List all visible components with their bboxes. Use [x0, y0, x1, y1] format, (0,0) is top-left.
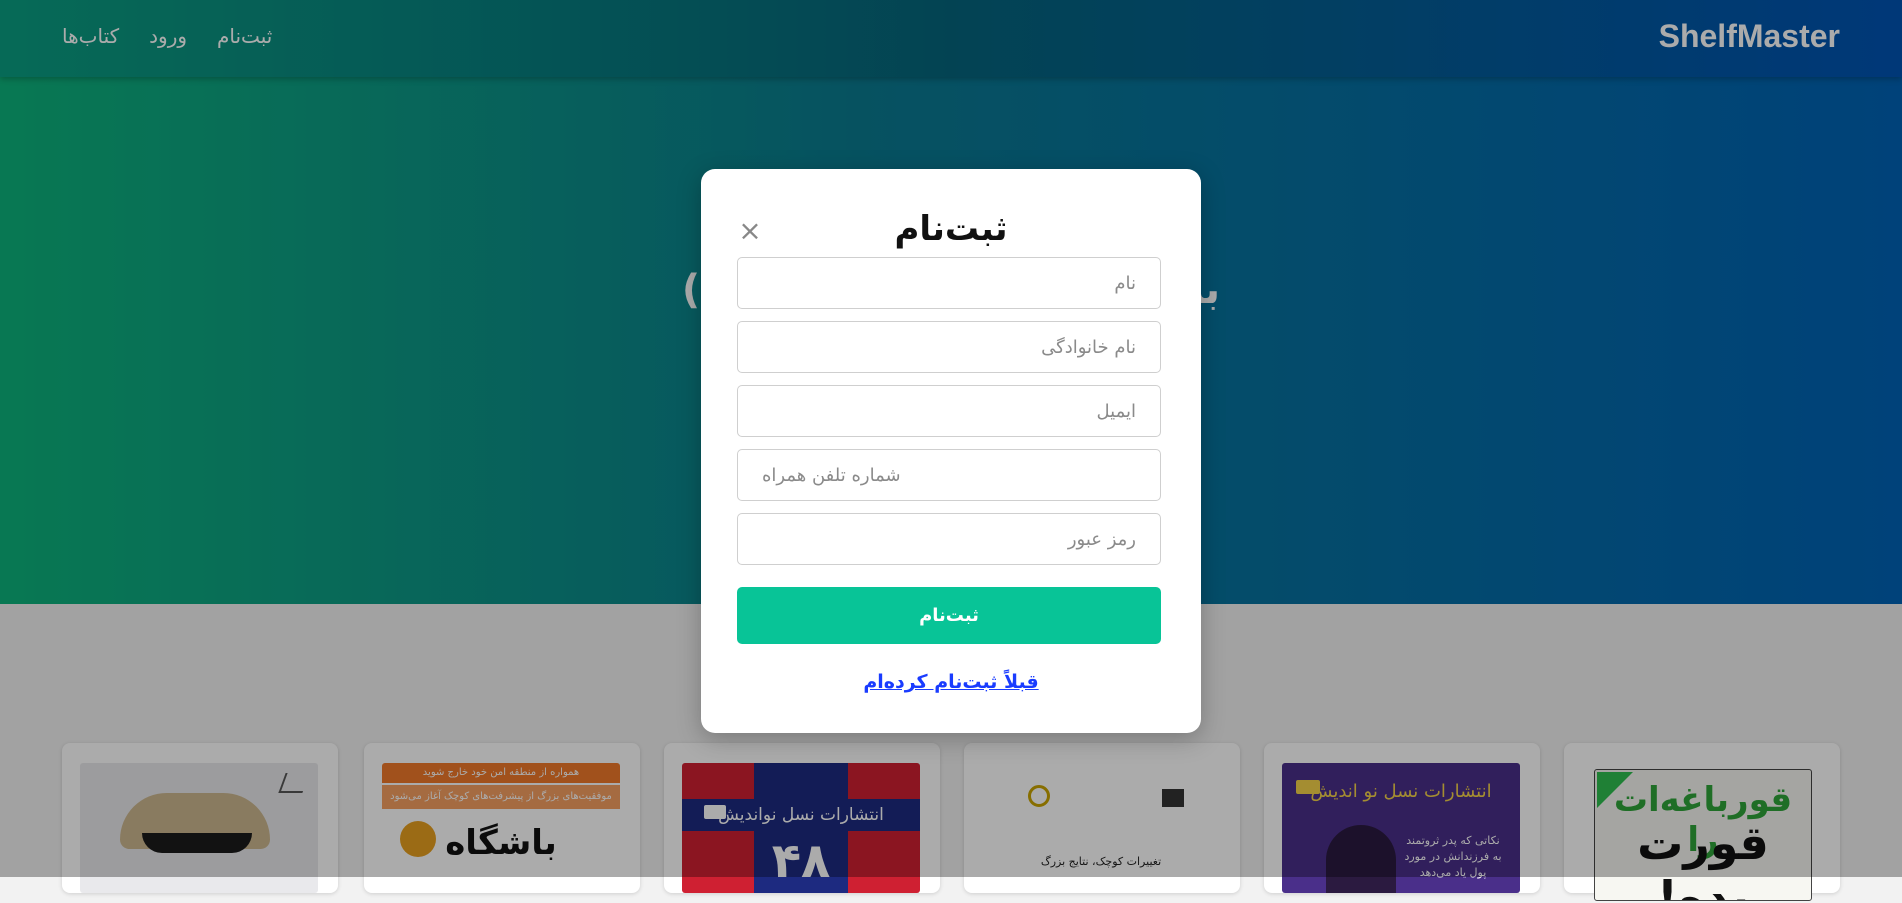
modal-title: ثبت‌نام — [894, 209, 1008, 249]
register-submit-button[interactable]: ثبت‌نام — [737, 587, 1161, 644]
phone-input[interactable] — [737, 449, 1161, 501]
last-name-input[interactable] — [737, 321, 1161, 373]
register-modal: × ثبت‌نام ثبت‌نام قبلاً ثبت‌نام کرده‌ام — [701, 169, 1201, 733]
email-input[interactable] — [737, 385, 1161, 437]
password-input[interactable] — [737, 513, 1161, 565]
already-registered-link[interactable]: قبلاً ثبت‌نام کرده‌ام — [701, 671, 1201, 693]
first-name-input[interactable] — [737, 257, 1161, 309]
